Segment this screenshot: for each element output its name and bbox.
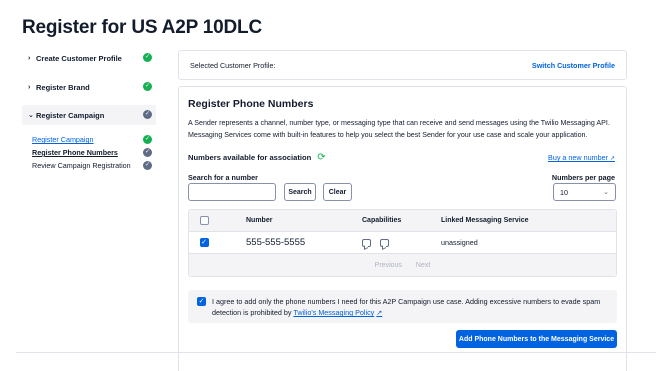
substep-label[interactable]: Register Phone Numbers [32, 148, 118, 157]
card-title: Register Phone Numbers [188, 98, 314, 110]
progress-circle-icon: ✓ [143, 148, 152, 157]
divider [16, 352, 656, 353]
numbers-table: Number Capabilities Linked Messaging Ser… [188, 209, 617, 277]
external-link-icon: ↗ [376, 308, 383, 317]
table-header: Number Capabilities Linked Messaging Ser… [189, 210, 616, 232]
progress-circle-icon: ✓ [143, 110, 152, 119]
step-register-brand[interactable]: › Register Brand ✓ [22, 77, 156, 97]
available-numbers-heading: Numbers available for association ⟳ [188, 152, 326, 163]
substep-list: Register Campaign ✓ Register Phone Numbe… [22, 133, 156, 172]
per-page-label: Numbers per page [551, 173, 615, 182]
agreement-box: ✓ I agree to add only the phone numbers … [188, 290, 617, 323]
external-link-icon: ↗ [609, 156, 615, 162]
search-button[interactable]: Search [284, 183, 316, 201]
chevron-down-icon: ⌄ [28, 112, 34, 119]
add-phone-numbers-button[interactable]: Add Phone Numbers to the Messaging Servi… [456, 330, 617, 348]
table-pagination: Previous Next [189, 254, 616, 276]
mms-icon [380, 238, 389, 247]
header-number: Number [246, 217, 273, 224]
per-page-value: 10 [560, 187, 568, 197]
progress-circle-icon: ✓ [143, 161, 152, 170]
header-linked-service: Linked Messaging Service [441, 217, 529, 224]
agreement-text-wrap: I agree to add only the phone numbers I … [212, 296, 608, 318]
table-row[interactable]: ✓ 555-555-5555 unassigned [189, 232, 616, 254]
substep-review-campaign-registration: Review Campaign Registration ✓ [32, 159, 156, 172]
previous-page-button[interactable]: Previous [375, 262, 402, 269]
chevron-down-icon: ⌄ [603, 189, 609, 196]
progress-steps: › Create Customer Profile ✓ › Register B… [22, 48, 156, 172]
refresh-icon[interactable]: ⟳ [317, 152, 325, 163]
step-label: Register Campaign [36, 110, 105, 120]
phone-number: 555-555-5555 [246, 237, 306, 248]
check-circle-icon: ✓ [143, 53, 152, 62]
profile-label: Selected Customer Profile: [190, 60, 276, 70]
step-register-campaign[interactable]: ⌄ Register Campaign ✓ [22, 105, 156, 125]
step-label: Create Customer Profile [36, 53, 122, 63]
substep-label[interactable]: Register Campaign [32, 135, 94, 144]
step-label: Register Brand [36, 82, 90, 92]
header-capabilities: Capabilities [362, 217, 402, 224]
buy-number-link[interactable]: Buy a new number ↗ [548, 153, 615, 162]
search-label: Search for a number [188, 173, 258, 182]
messaging-policy-link[interactable]: Twilio's Messaging Policy [293, 308, 374, 317]
check-circle-icon: ✓ [143, 82, 152, 91]
select-all-checkbox[interactable] [199, 216, 209, 225]
switch-profile-link[interactable]: Switch Customer Profile [532, 61, 615, 70]
per-page-select[interactable]: 10 ⌄ [553, 183, 616, 201]
card-description: A Sender represents a channel, number ty… [188, 119, 610, 139]
buy-link-label: Buy a new number [548, 153, 608, 162]
substep-register-campaign[interactable]: Register Campaign ✓ [32, 133, 156, 146]
customer-profile-bar: Selected Customer Profile: Switch Custom… [178, 50, 627, 80]
clear-button[interactable]: Clear [323, 183, 352, 201]
page-title: Register for US A2P 10DLC [22, 17, 262, 38]
linked-service: unassigned [441, 238, 478, 247]
check-circle-icon: ✓ [143, 135, 152, 144]
step-create-customer-profile[interactable]: › Create Customer Profile ✓ [22, 48, 156, 68]
substep-register-phone-numbers[interactable]: Register Phone Numbers ✓ [32, 146, 156, 159]
available-label: Numbers available for association [188, 153, 312, 162]
register-phone-numbers-card: Register Phone Numbers A Sender represen… [178, 86, 627, 371]
agreement-checkbox[interactable]: ✓ [197, 297, 206, 306]
substep-label: Review Campaign Registration [32, 161, 131, 170]
search-input[interactable] [188, 183, 276, 201]
sms-icon [362, 238, 371, 247]
next-page-button[interactable]: Next [416, 262, 430, 269]
agreement-text: I agree to add only the phone numbers I … [212, 297, 601, 317]
chevron-right-icon: › [28, 83, 31, 91]
row-checkbox[interactable]: ✓ [199, 238, 209, 247]
chevron-right-icon: › [28, 54, 31, 62]
